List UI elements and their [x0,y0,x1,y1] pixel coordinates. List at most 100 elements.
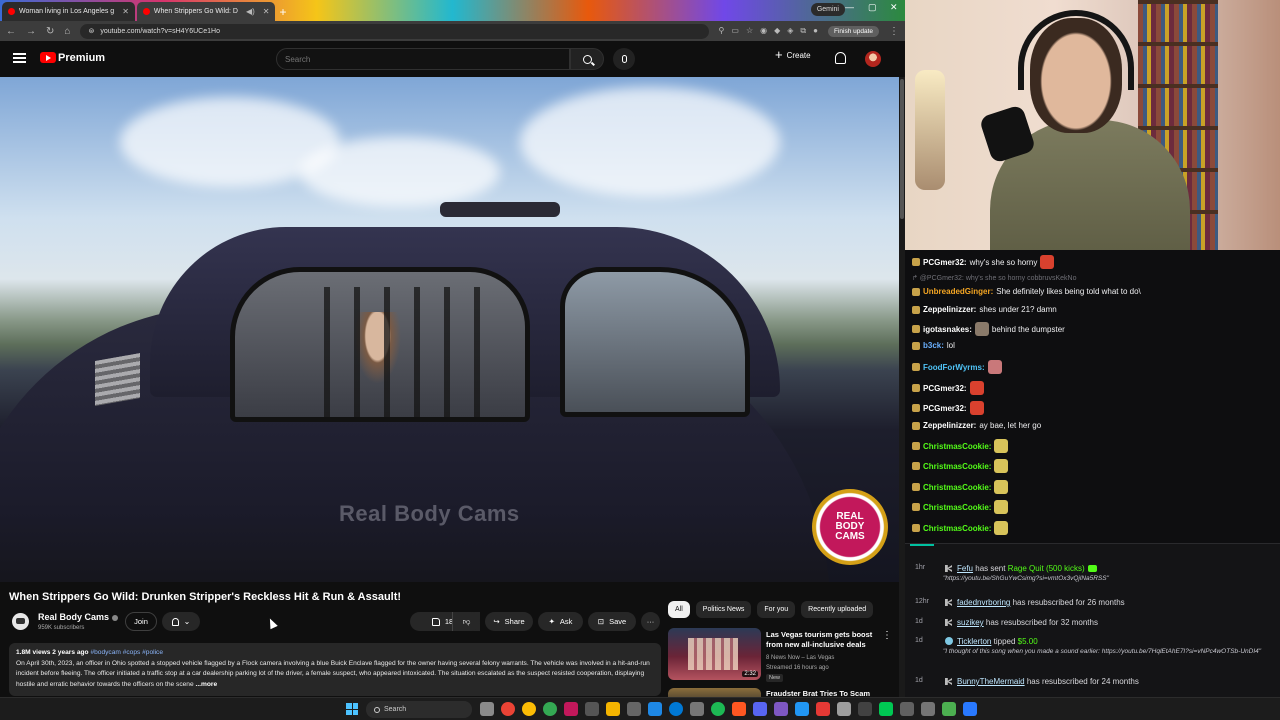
channel-watermark-badge[interactable]: REAL BODY CAMS [812,489,888,565]
reload-icon[interactable]: ↻ [46,26,54,37]
chip-all[interactable]: All [668,601,690,618]
app-icon[interactable] [564,702,578,716]
chrome-icon[interactable] [543,702,557,716]
app-icon[interactable] [732,702,746,716]
extensions-puzzle-icon[interactable]: ⧉ [800,26,806,36]
account-avatar[interactable] [865,51,881,67]
app-icon[interactable] [816,702,830,716]
app-icon[interactable] [690,702,704,716]
app-icon[interactable] [900,702,914,716]
chat-username[interactable]: Zeppelinizzer: [923,305,976,314]
video-player[interactable]: Real Body Cams REAL BODY CAMS [0,77,899,582]
event-username[interactable]: fadednvrboring [957,598,1010,607]
hamburger-menu-icon[interactable] [13,53,26,63]
chat-username[interactable]: ChristmasCookie: [923,462,991,471]
app-icon[interactable] [858,702,872,716]
browser-tab-1[interactable]: Woman living in Los Angeles g ✕ [2,2,135,21]
new-tab-button[interactable]: + [279,2,286,21]
notifications-bell-icon[interactable] [835,52,846,64]
home-icon[interactable]: ⌂ [64,26,70,37]
extension-icon[interactable]: ◉ [760,26,767,36]
recommended-video-title[interactable]: Las Vegas tourism gets boost from new al… [766,630,884,650]
event-username[interactable]: BunnyTheMermaid [957,677,1025,686]
join-button[interactable]: Join [125,612,157,631]
event-attached-message[interactable]: "I thought of this song when you made a … [943,648,1261,655]
site-info-icon[interactable]: ⊜ [88,27,94,35]
windows-start-icon[interactable] [346,703,358,715]
chat-username[interactable]: ChristmasCookie: [923,483,991,492]
forward-icon[interactable]: → [26,26,36,37]
chat-username[interactable]: igotasnakes: [923,325,972,334]
close-tab-icon[interactable]: ✕ [122,7,129,16]
app-icon[interactable] [921,702,935,716]
voice-search-button[interactable] [613,48,635,70]
app-icon[interactable] [627,702,641,716]
close-tab-icon[interactable]: ✕ [263,7,270,16]
close-window-icon[interactable]: ✕ [890,2,898,13]
search-input[interactable] [276,48,570,70]
extension-icon[interactable]: ◈ [787,26,793,36]
youtube-logo-icon[interactable] [40,52,56,63]
spotify-icon[interactable] [711,702,725,716]
app-icon[interactable] [648,702,662,716]
taskbar-search[interactable]: Search [366,701,472,718]
chat-username[interactable]: PCGmer32: [923,404,967,413]
chat-username[interactable]: ChristmasCookie: [923,442,991,451]
recommended-video-thumbnail[interactable]: 2:32 [668,628,761,680]
more-actions-button[interactable]: ··· [641,612,660,631]
finish-update-button[interactable]: Finish update [827,25,879,37]
event-username[interactable]: Fefu [957,564,973,573]
event-attached-message[interactable]: "https://youtu.be/ShGuYwCsimg?si=vmtOx3v… [943,575,1109,582]
app-icon[interactable] [774,702,788,716]
chat-username[interactable]: FoodForWyrms: [923,363,985,372]
ask-button[interactable]: ✦ Ask [538,612,583,631]
url-field[interactable]: ⊜ youtube.com/watch?v=sH4Y6UCe1Ho [80,23,709,39]
chip-recently-uploaded[interactable]: Recently uploaded [801,601,874,618]
file-explorer-icon[interactable] [606,702,620,716]
create-button[interactable]: + Create [775,48,811,61]
cast-icon[interactable]: ▭ [731,26,739,36]
task-view-icon[interactable] [480,702,494,716]
extension-icon[interactable]: ◆ [774,26,780,36]
chat-username[interactable]: ChristmasCookie: [923,503,991,512]
video-description[interactable]: 1.8M views 2 years ago #bodycam #cops #p… [9,643,661,696]
back-icon[interactable]: ← [6,26,16,37]
video-options-icon[interactable]: ⋮ [882,630,892,641]
channel-name[interactable]: Real Body Cams [38,612,119,622]
chip-for-you[interactable]: For you [757,601,796,618]
save-button[interactable]: ⊡ Save [588,612,636,631]
hashtags[interactable]: #bodycam #cops #police [90,649,163,656]
minimize-icon[interactable]: — [845,2,854,12]
profile-icon[interactable]: ● [813,26,818,36]
chat-username[interactable]: b3ck: [923,341,944,350]
search-button[interactable] [570,48,604,70]
chat-username[interactable]: PCGmer32: [923,384,967,393]
event-username[interactable]: Ticklerton [957,637,991,646]
chrome-icon[interactable] [522,702,536,716]
browser-tab-2[interactable]: When Strippers Go Wild: D ◀) ✕ [136,2,276,21]
dislike-button[interactable]: 👎︎ [452,612,480,631]
chrome-icon[interactable] [501,702,515,716]
zoom-icon[interactable]: ⚲ [719,26,725,36]
discord-icon[interactable] [753,702,767,716]
app-icon[interactable] [795,702,809,716]
chip-politics-news[interactable]: Politics News [695,601,752,618]
event-username[interactable]: suzikey [957,618,984,627]
edge-icon[interactable] [669,702,683,716]
channel-avatar[interactable] [12,613,29,630]
share-button[interactable]: ↪ Share [485,612,533,631]
chat-username[interactable]: Zeppelinizzer: [923,421,976,430]
youtube-premium-logo[interactable]: Premium [58,52,105,64]
app-icon[interactable] [963,702,977,716]
chat-username[interactable]: PCGmer32: [923,258,967,267]
subscribed-bell-button[interactable]: ⌄ [162,612,200,631]
audio-icon[interactable]: ◀) [246,7,255,16]
app-icon[interactable] [942,702,956,716]
app-icon[interactable] [837,702,851,716]
app-icon[interactable] [879,702,893,716]
chat-username[interactable]: ChristmasCookie: [923,524,991,533]
gemini-button[interactable]: Gemini [810,3,845,16]
bookmark-star-icon[interactable]: ☆ [746,26,753,36]
app-icon[interactable] [585,702,599,716]
chat-username[interactable]: UnbreadedGinger: [923,287,993,296]
